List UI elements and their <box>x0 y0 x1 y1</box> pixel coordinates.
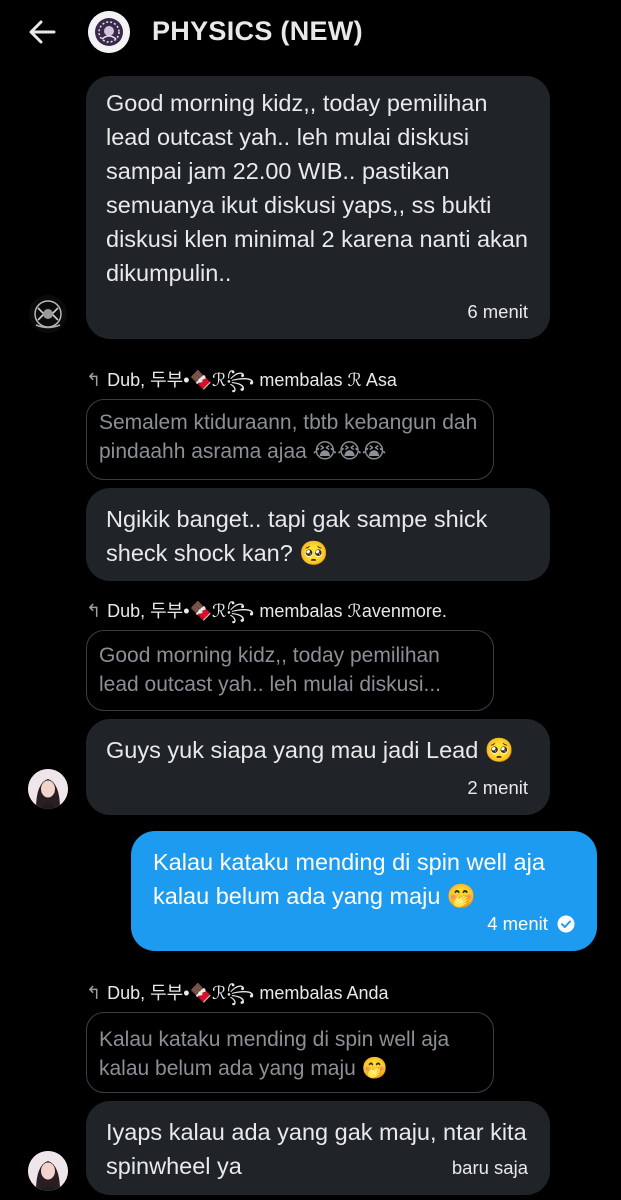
quoted-message[interactable]: Semalem ktiduraann, tbtb kebangun dah pi… <box>86 399 494 480</box>
chat-header: PHYSICS (NEW) <box>0 0 621 66</box>
message-bubble[interactable]: Ngikik banget.. tapi gak sampe shick she… <box>86 488 550 581</box>
sender-avatar[interactable] <box>28 294 68 334</box>
reply-arrow-icon: ↰ <box>86 601 102 621</box>
chat-title: PHYSICS (NEW) <box>152 16 363 46</box>
sender-avatar[interactable] <box>28 769 68 809</box>
message-bubble[interactable]: Good morning kidz,, today pemilihan lead… <box>86 76 550 339</box>
outgoing-message-bubble[interactable]: Kalau kataku mending di spin well aja ka… <box>131 831 597 951</box>
user-photo-avatar-icon <box>28 769 68 809</box>
user-photo-avatar-icon <box>28 1151 68 1191</box>
message-text: Ngikik banget.. tapi gak sampe shick she… <box>106 506 488 566</box>
quoted-message[interactable]: Kalau kataku mending di spin well aja ka… <box>86 1012 494 1093</box>
dark-emblem-avatar-icon <box>29 295 67 333</box>
message-time: 6 menit <box>467 301 528 322</box>
message-time: baru saja <box>451 1157 528 1178</box>
back-button[interactable] <box>24 14 64 50</box>
message-time: 2 menit <box>467 777 528 798</box>
message-bubble[interactable]: Guys yuk siapa yang mau jadi Lead 🥺 2 me… <box>86 719 550 815</box>
reply-indicator: ↰ Dub, 두부•🍫ℛ꧂ membalas Anda <box>86 983 389 1003</box>
quoted-message[interactable]: Good morning kidz,, today pemilihan lead… <box>86 630 494 711</box>
reply-indicator: ↰ Dub, 두부•🍫ℛ꧂ membalas ℛavenmore. <box>86 601 447 621</box>
reply-indicator: ↰ Dub, 두부•🍫ℛ꧂ membalas ℛ Asa <box>86 370 397 390</box>
message-bubble[interactable]: Iyaps kalau ada yang gak maju, ntar kita… <box>86 1101 550 1195</box>
sender-avatar[interactable] <box>28 1151 68 1191</box>
message-time: 4 menit <box>487 913 575 935</box>
group-avatar[interactable] <box>88 11 130 53</box>
message-text: Kalau kataku mending di spin well aja ka… <box>153 849 545 909</box>
reply-arrow-icon: ↰ <box>86 370 102 390</box>
message-text: Guys yuk siapa yang mau jadi Lead 🥺 <box>106 737 515 763</box>
reply-arrow-icon: ↰ <box>86 983 102 1003</box>
message-text: Good morning kidz,, today pemilihan lead… <box>106 90 528 286</box>
arrow-left-icon <box>29 20 56 44</box>
read-check-icon <box>557 915 575 933</box>
group-avatar-icon <box>88 11 130 53</box>
